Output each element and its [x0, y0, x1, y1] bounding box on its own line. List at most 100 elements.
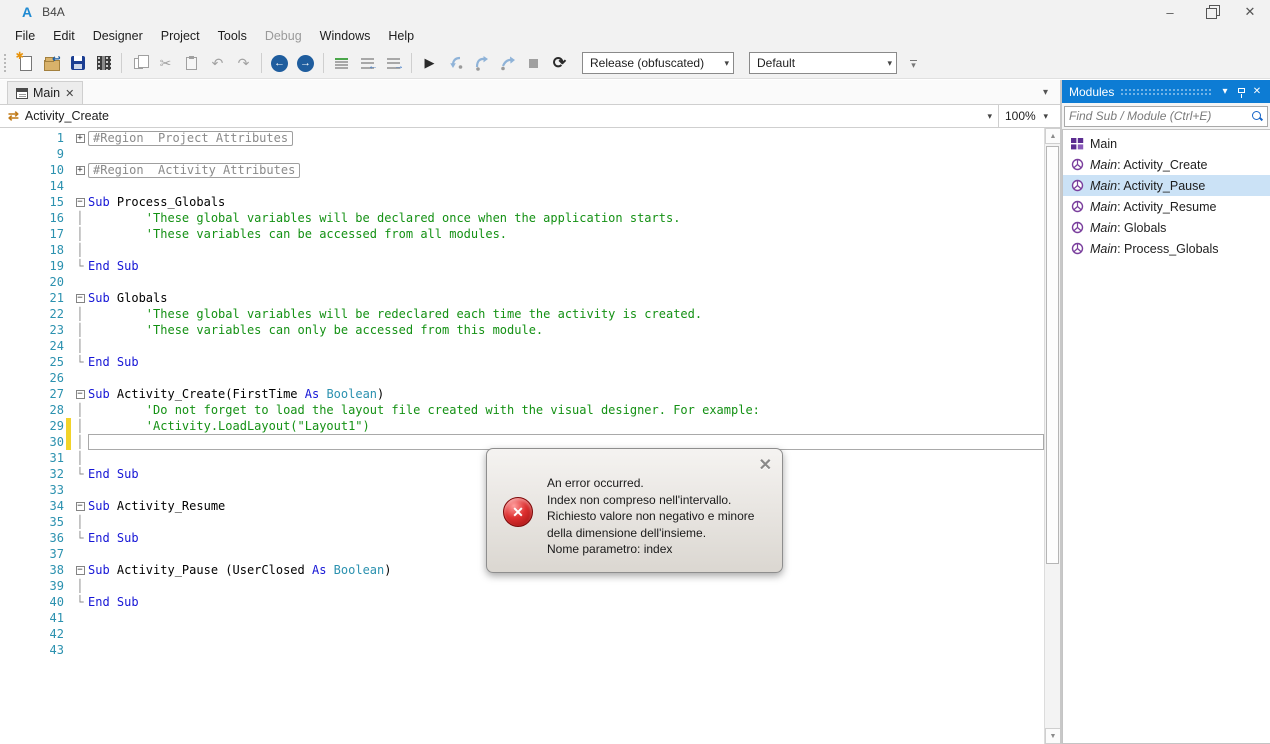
code-text[interactable]: 'These variables can only be accessed fr…	[88, 322, 1044, 338]
step-over-button[interactable]	[470, 52, 493, 75]
run-button[interactable]: ▶	[418, 52, 441, 75]
open-project-button[interactable]: ↩	[40, 52, 63, 75]
search-input[interactable]	[1069, 109, 1251, 123]
line-number[interactable]: 19	[0, 258, 64, 274]
code-line[interactable]: 23 │ 'These variables can only be accesse…	[0, 322, 1044, 338]
code-text[interactable]: End Sub	[88, 354, 1044, 370]
tab-main[interactable]: Main ✕	[7, 81, 84, 104]
line-number[interactable]: 16	[0, 210, 64, 226]
module-list-item-globals[interactable]: Main: Globals	[1063, 217, 1270, 238]
menu-item-edit[interactable]: Edit	[44, 26, 84, 46]
line-number[interactable]: 34	[0, 498, 64, 514]
toolbar-grip[interactable]	[4, 54, 9, 72]
code-line[interactable]: 39 │	[0, 578, 1044, 594]
editor-scrollbar[interactable]: ▲ ▼	[1044, 128, 1061, 744]
step-into-button[interactable]	[444, 52, 467, 75]
line-number[interactable]: 38	[0, 562, 64, 578]
code-line[interactable]: 17 │ 'These variables can be accessed fro…	[0, 226, 1044, 242]
ui-variant-select[interactable]: Default ▾	[749, 52, 897, 74]
code-line[interactable]: 29 │ 'Activity.LoadLayout("Layout1")	[0, 418, 1044, 434]
menu-item-designer[interactable]: Designer	[84, 26, 152, 46]
code-line[interactable]: 27− Sub Activity_Create(FirstTime As Bool…	[0, 386, 1044, 402]
fold-collapse-icon[interactable]: −	[72, 290, 88, 306]
code-text[interactable]: #Region Activity Attributes	[88, 162, 1044, 178]
code-line[interactable]: 42	[0, 626, 1044, 642]
module-search-box[interactable]	[1064, 105, 1268, 127]
code-text[interactable]: 'These global variables will be declared…	[88, 210, 1044, 226]
toolbar-overflow-button[interactable]: ▾	[910, 59, 917, 69]
fold-collapse-icon[interactable]: −	[72, 498, 88, 514]
code-line[interactable]: 14	[0, 178, 1044, 194]
code-line[interactable]: 1 + #Region Project Attributes	[0, 130, 1044, 146]
indent-button[interactable]: →	[382, 52, 405, 75]
paste-button[interactable]	[180, 52, 203, 75]
line-number[interactable]: 29	[0, 418, 64, 434]
code-editor[interactable]: 1 + #Region Project Attributes 9 10 + #Region …	[0, 128, 1044, 744]
code-line[interactable]: 15− Sub Process_Globals	[0, 194, 1044, 210]
code-line[interactable]: 26	[0, 370, 1044, 386]
chevron-down-icon[interactable]: ▾	[981, 111, 998, 122]
fold-collapse-icon[interactable]: −	[72, 194, 88, 210]
module-list-item-activity_resume[interactable]: Main: Activity_Resume	[1063, 196, 1270, 217]
code-text[interactable]	[88, 370, 1044, 386]
dialog-close-icon[interactable]: ✕	[759, 455, 772, 475]
line-number[interactable]: 18	[0, 242, 64, 258]
module-list-item-activity_pause[interactable]: Main: Activity_Pause	[1063, 175, 1270, 196]
code-text[interactable]: Sub Globals	[88, 290, 1044, 306]
line-number[interactable]: 9	[0, 146, 64, 162]
code-line[interactable]: 41	[0, 610, 1044, 626]
line-number[interactable]: 35	[0, 514, 64, 530]
modules-panel-header[interactable]: Modules ▾ ✕	[1062, 80, 1270, 103]
code-line[interactable]: 9	[0, 146, 1044, 162]
line-number[interactable]: 14	[0, 178, 64, 194]
close-button[interactable]: ✕	[1230, 0, 1270, 24]
scroll-up-button[interactable]: ▲	[1045, 128, 1061, 144]
code-text[interactable]: Sub Process_Globals	[88, 194, 1044, 210]
code-text[interactable]: 'These variables can be accessed from al…	[88, 226, 1044, 242]
code-text[interactable]	[88, 578, 1044, 594]
code-text[interactable]: 'Do not forget to load the layout file c…	[88, 402, 1044, 418]
code-line[interactable]: 43	[0, 642, 1044, 658]
panel-pin-button[interactable]	[1233, 87, 1249, 98]
code-text[interactable]	[88, 338, 1044, 354]
line-number[interactable]: 42	[0, 626, 64, 642]
code-text[interactable]: #Region Project Attributes	[88, 130, 1044, 146]
line-number[interactable]: 39	[0, 578, 64, 594]
menu-item-project[interactable]: Project	[152, 26, 209, 46]
line-number[interactable]: 32	[0, 466, 64, 482]
undo-button[interactable]: ↶	[206, 52, 229, 75]
line-number[interactable]: 26	[0, 370, 64, 386]
fold-expand-icon[interactable]: +	[72, 162, 88, 178]
line-number[interactable]: 15	[0, 194, 64, 210]
tab-list-dropdown[interactable]: ▾	[1043, 87, 1048, 98]
fold-collapse-icon[interactable]: −	[72, 562, 88, 578]
step-out-button[interactable]	[496, 52, 519, 75]
code-text[interactable]: 'Activity.LoadLayout("Layout1")	[88, 418, 1044, 434]
code-text[interactable]	[88, 274, 1044, 290]
menu-item-file[interactable]: File	[6, 26, 44, 46]
line-number[interactable]: 40	[0, 594, 64, 610]
line-number[interactable]: 23	[0, 322, 64, 338]
line-number[interactable]: 30	[0, 434, 64, 450]
line-number[interactable]: 17	[0, 226, 64, 242]
new-project-button[interactable]: ✱	[14, 51, 37, 75]
restore-button[interactable]	[1190, 0, 1230, 24]
code-text[interactable]	[88, 178, 1044, 194]
code-text[interactable]	[88, 242, 1044, 258]
cut-button[interactable]: ✂	[154, 52, 177, 75]
code-text[interactable]: Sub Activity_Create(FirstTime As Boolean…	[88, 386, 1044, 402]
code-text[interactable]: 'These global variables will be redeclar…	[88, 306, 1044, 322]
line-number[interactable]: 28	[0, 402, 64, 418]
line-number[interactable]: 21	[0, 290, 64, 306]
code-line[interactable]: 20	[0, 274, 1044, 290]
panel-menu-dropdown[interactable]: ▾	[1217, 86, 1233, 97]
code-line[interactable]: 25 └ End Sub	[0, 354, 1044, 370]
menu-item-help[interactable]: Help	[379, 26, 423, 46]
code-line[interactable]: 21− Sub Globals	[0, 290, 1044, 306]
line-number[interactable]: 36	[0, 530, 64, 546]
build-configuration-select[interactable]: Release (obfuscated) ▾	[582, 52, 734, 74]
code-text[interactable]	[88, 642, 1044, 658]
current-sub-select[interactable]: Activity_Create	[25, 109, 982, 123]
scroll-down-button[interactable]: ▼	[1045, 728, 1061, 744]
code-text[interactable]: End Sub	[88, 594, 1044, 610]
